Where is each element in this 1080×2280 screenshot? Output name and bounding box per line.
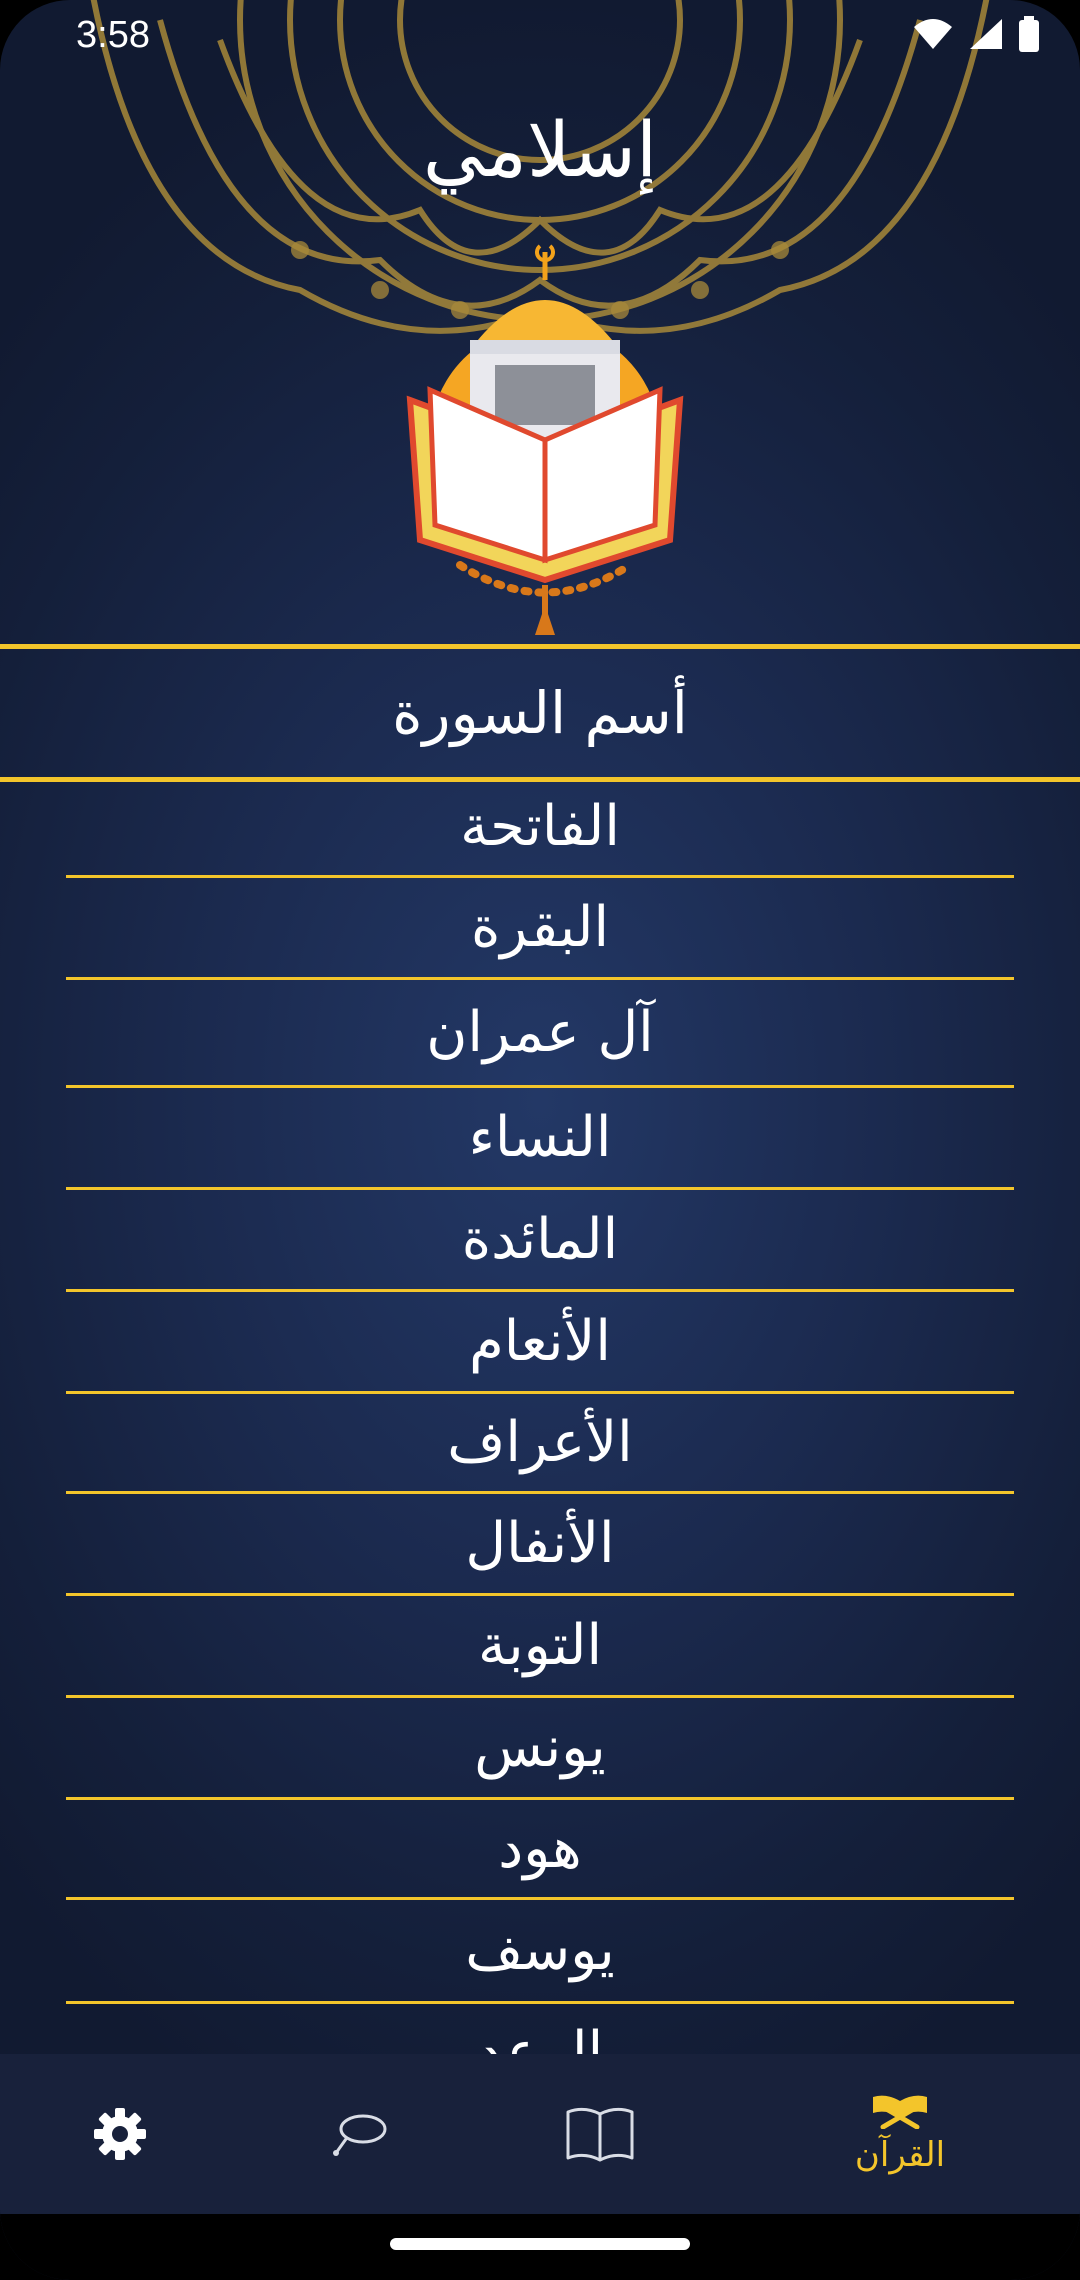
nav-quran[interactable]: القرآن (840, 2054, 960, 2214)
app-screen: 3:58 إسلامي أسم السورة الفاتحة البقرة آل… (0, 0, 1080, 2280)
bottom-nav: القرآن (0, 2054, 1080, 2214)
surah-name: الأنفال (465, 1511, 615, 1576)
surah-name: الرعد (476, 2020, 604, 2054)
wifi-icon (914, 19, 952, 49)
quran-icon (873, 2095, 927, 2129)
surah-row[interactable]: النساء (66, 1088, 1014, 1190)
nav-hadith[interactable] (540, 2054, 660, 2214)
surah-name: المائدة (461, 1207, 619, 1272)
surah-row[interactable]: الرعد (66, 2004, 1014, 2054)
surah-row[interactable]: المائدة (66, 1190, 1014, 1292)
app-title: إسلامي (422, 105, 658, 194)
book-icon (566, 2107, 634, 2162)
surah-row[interactable]: البقرة (66, 878, 1014, 980)
table-header: أسم السورة (0, 644, 1080, 782)
battery-icon (1019, 16, 1039, 52)
surah-row[interactable]: الأنفال (66, 1494, 1014, 1596)
surah-name-header: أسم السورة (392, 679, 688, 747)
nav-quran-label: القرآن (854, 2135, 946, 2175)
surah-name: آل عمران (426, 1000, 654, 1065)
surah-name: البقرة (470, 895, 610, 960)
prayer-beads-icon (333, 2114, 387, 2156)
status-time: 3:58 (76, 14, 150, 56)
surah-row[interactable]: آل عمران (66, 980, 1014, 1088)
surah-name: النساء (468, 1105, 612, 1170)
nav-settings[interactable] (60, 2054, 180, 2214)
surah-name: يوسف (465, 1918, 615, 1983)
surah-name: يونس (474, 1715, 606, 1780)
surah-name: الأعراف (447, 1410, 633, 1475)
status-bar: 3:58 (0, 0, 1080, 70)
surah-row[interactable]: الأنعام (66, 1292, 1014, 1394)
surah-name: الأنعام (469, 1309, 611, 1374)
nav-tasbeeh[interactable] (300, 2054, 420, 2214)
quran-logo (406, 244, 684, 635)
surah-name: التوبة (477, 1613, 603, 1678)
surah-row[interactable]: يونس (66, 1698, 1014, 1800)
gear-icon (94, 2108, 146, 2160)
surah-row[interactable]: هود (66, 1800, 1014, 1900)
surah-row[interactable]: الأعراف (66, 1394, 1014, 1494)
surah-name: هود (498, 1816, 582, 1881)
surah-list[interactable]: الفاتحة البقرة آل عمران النساء المائدة ا… (0, 778, 1080, 2054)
surah-row[interactable]: يوسف (66, 1900, 1014, 2004)
surah-name: الفاتحة (460, 794, 620, 859)
surah-row[interactable]: التوبة (66, 1596, 1014, 1698)
home-indicator[interactable] (390, 2238, 690, 2250)
signal-icon (970, 19, 1002, 49)
surah-row[interactable]: الفاتحة (66, 778, 1014, 878)
